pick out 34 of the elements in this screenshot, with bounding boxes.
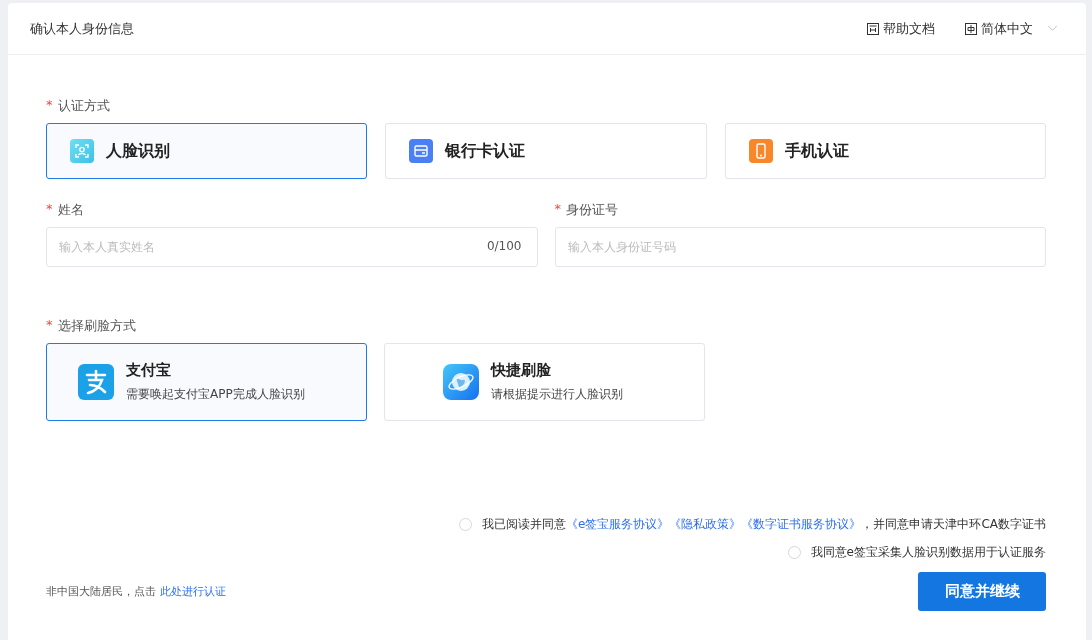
language-select[interactable]: 简体中文 <box>965 19 1058 38</box>
card-icon <box>409 139 434 163</box>
page-title: 确认本人身份信息 <box>30 19 134 38</box>
auth-method-option[interactable]: 银行卡认证 <box>385 123 707 179</box>
required-mark: * <box>46 317 53 334</box>
language-icon <box>965 22 977 35</box>
auth-method-option[interactable]: 人脸识别 <box>46 123 368 179</box>
agreement-text: 我同意e签宝采集人脸识别数据用于认证服务 <box>810 544 1046 561</box>
required-mark: * <box>46 97 53 114</box>
chevron-down-icon <box>1047 25 1058 32</box>
field-label: 认证方式 <box>57 97 110 115</box>
help-docs-link[interactable]: 帮助文档 <box>867 19 935 38</box>
phone-icon <box>748 139 773 163</box>
agreement-link[interactable]: 《隐私政策》 <box>669 517 742 531</box>
verify-here-link[interactable]: 此处进行认证 <box>159 585 226 598</box>
required-mark: * <box>46 201 53 218</box>
non-resident-note: 非中国大陆居民，点击 此处进行认证 <box>46 584 226 599</box>
auth-method-option[interactable]: 手机认证 <box>724 123 1046 179</box>
face-method-option[interactable]: 支付宝 需要唤起支付宝APP完成人脸识别 <box>46 343 367 421</box>
agreement-link[interactable]: 《e签宝服务协议》 <box>566 517 670 531</box>
payment-app-icon <box>78 364 114 400</box>
document-icon <box>867 22 879 35</box>
field-label: 选择刷脸方式 <box>57 317 136 335</box>
globe-icon <box>443 364 479 400</box>
agreement-link[interactable]: 《数字证书服务协议》 <box>741 517 862 531</box>
agreement-text: 我已阅读并同意《e签宝服务协议》《隐私政策》《数字证书服务协议》，并同意申请天津中环CA数字证书 <box>482 516 1046 533</box>
agree-continue-button[interactable]: 同意并继续 <box>918 572 1046 611</box>
field-label: 姓名 <box>57 201 84 219</box>
face-method-option[interactable]: 快捷刷脸 请根据提示进行人脸识别 <box>384 343 705 421</box>
required-mark: * <box>554 201 561 218</box>
text-input-field[interactable]: 输入本人身份证号码 <box>554 227 1046 267</box>
field-label: 身份证号 <box>566 201 618 219</box>
character-counter: 0/100 <box>486 239 522 253</box>
face-scan-icon <box>70 139 94 163</box>
